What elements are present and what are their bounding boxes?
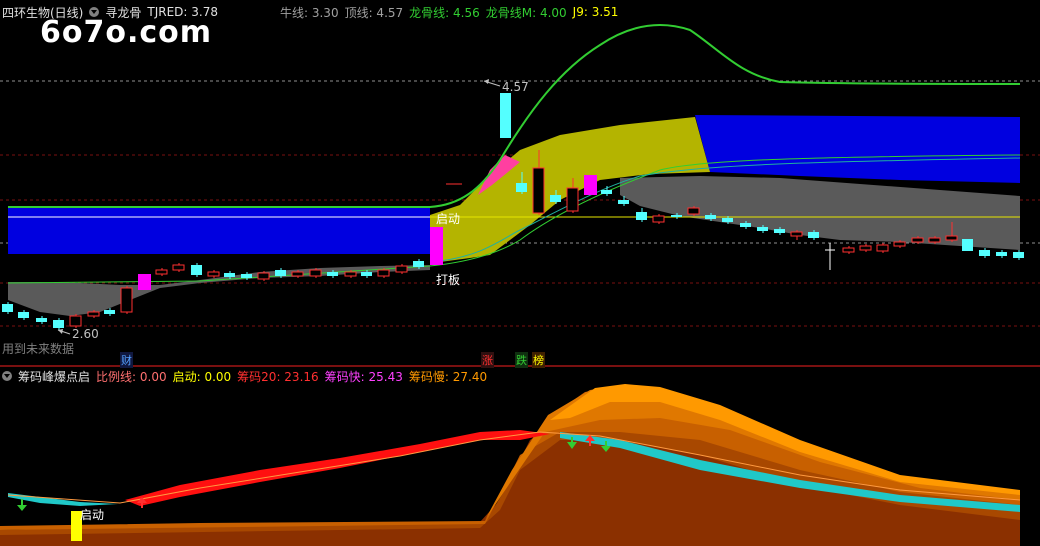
chouma-kuai-value: 筹码快: 25.43 bbox=[324, 369, 403, 384]
candle-body bbox=[722, 218, 733, 222]
chouma20-value: 筹码20: 23.16 bbox=[237, 369, 319, 384]
future-data-note: 用到未来数据 bbox=[2, 342, 75, 356]
candle-body bbox=[120, 287, 133, 313]
candle-body bbox=[979, 250, 990, 256]
candle-body bbox=[413, 261, 424, 267]
candle-body bbox=[69, 315, 82, 327]
candle-body bbox=[155, 269, 168, 275]
dingxian-value: 顶线: 4.57 bbox=[344, 5, 404, 20]
badge-die[interactable]: 跌 bbox=[515, 352, 528, 368]
sub-qidong-value: 启动: 0.00 bbox=[172, 369, 232, 384]
chouma-man-value: 筹码慢: 27.40 bbox=[408, 369, 488, 384]
candle-body bbox=[566, 187, 579, 212]
candle-body bbox=[876, 244, 889, 252]
cyan-bar-high bbox=[500, 93, 511, 138]
candle-body bbox=[774, 229, 785, 233]
candle-body bbox=[996, 252, 1007, 256]
candle-body bbox=[309, 269, 322, 277]
watermark-logo: 6o7o.com bbox=[40, 15, 213, 50]
niuxian-value: 牛线: 3.30 bbox=[280, 5, 339, 20]
candle-body bbox=[705, 215, 716, 219]
candle-body bbox=[928, 237, 941, 243]
low-label: 2.60 bbox=[72, 327, 99, 341]
candle-body bbox=[532, 167, 545, 214]
magenta-bar-qidong bbox=[430, 227, 443, 265]
longguxian-value: 龙骨线: 4.56 bbox=[409, 5, 480, 20]
candle-body bbox=[395, 265, 408, 273]
blue-band-left bbox=[8, 208, 430, 254]
candle-body bbox=[911, 237, 924, 243]
daban-label: 打板 bbox=[436, 273, 461, 287]
magenta-bar-low bbox=[138, 274, 151, 290]
sub-panel bbox=[0, 384, 1021, 546]
candle-body bbox=[18, 312, 29, 318]
sub-indicator-name[interactable]: 筹码峰爆点启 bbox=[18, 368, 90, 385]
gray-band-right bbox=[620, 176, 1020, 250]
red-ribbon bbox=[125, 430, 550, 506]
candle-body bbox=[275, 270, 286, 276]
sub-header: 筹码峰爆点启 比例线: 0.00 启动: 0.00 筹码20: 23.16 筹码… bbox=[2, 368, 487, 384]
candle-body bbox=[327, 272, 338, 276]
candle-body bbox=[361, 272, 372, 276]
candle-body bbox=[257, 272, 270, 280]
longguxian-m-value: 龙骨线M: 4.00 bbox=[485, 5, 567, 20]
candle-body bbox=[790, 231, 803, 237]
sub-qidong-label: 启动 bbox=[80, 508, 105, 522]
candle-body bbox=[172, 264, 185, 271]
candle-body bbox=[344, 271, 357, 277]
candle-body bbox=[104, 310, 115, 314]
candle-body bbox=[87, 311, 100, 317]
candle-body bbox=[636, 212, 647, 220]
candle-body bbox=[550, 195, 561, 202]
candle-body bbox=[740, 223, 751, 227]
candle-body bbox=[687, 207, 700, 215]
badge-bang[interactable]: 榜 bbox=[532, 352, 545, 368]
candle-body bbox=[191, 265, 202, 275]
magenta-bar-right bbox=[584, 175, 597, 195]
candle-body bbox=[601, 190, 612, 194]
cyan-bar-right bbox=[962, 239, 973, 251]
candle-body bbox=[671, 215, 682, 217]
candle-body bbox=[291, 271, 304, 277]
candle-body bbox=[516, 183, 527, 192]
candle-body bbox=[618, 200, 629, 204]
candle-body bbox=[1013, 252, 1024, 258]
j9-value: J9: 3.51 bbox=[572, 5, 619, 19]
candle-body bbox=[53, 320, 64, 328]
high-label: 4.57 bbox=[502, 80, 529, 94]
qidong-label: 启动 bbox=[436, 212, 461, 226]
badge-zhang[interactable]: 涨 bbox=[481, 352, 494, 368]
candle-body bbox=[207, 271, 220, 277]
badge-cai[interactable]: 财 bbox=[120, 352, 133, 368]
candle-body bbox=[859, 245, 872, 251]
candle-body bbox=[757, 227, 768, 231]
candle-body bbox=[842, 247, 855, 253]
candle-body bbox=[36, 318, 47, 322]
candle-body bbox=[2, 304, 13, 312]
candle-body bbox=[893, 241, 906, 247]
candle-body bbox=[241, 274, 252, 278]
high-marker bbox=[483, 79, 501, 87]
candle-body bbox=[652, 215, 665, 223]
candle-body bbox=[808, 232, 819, 238]
bili-value: 比例线: 0.00 bbox=[96, 369, 167, 384]
blue-band-right bbox=[695, 115, 1020, 183]
candle-body bbox=[945, 235, 958, 241]
low-marker bbox=[57, 329, 71, 335]
candle-body bbox=[224, 273, 235, 277]
candle-body bbox=[377, 269, 390, 277]
sub-dropdown-icon[interactable] bbox=[2, 371, 12, 381]
